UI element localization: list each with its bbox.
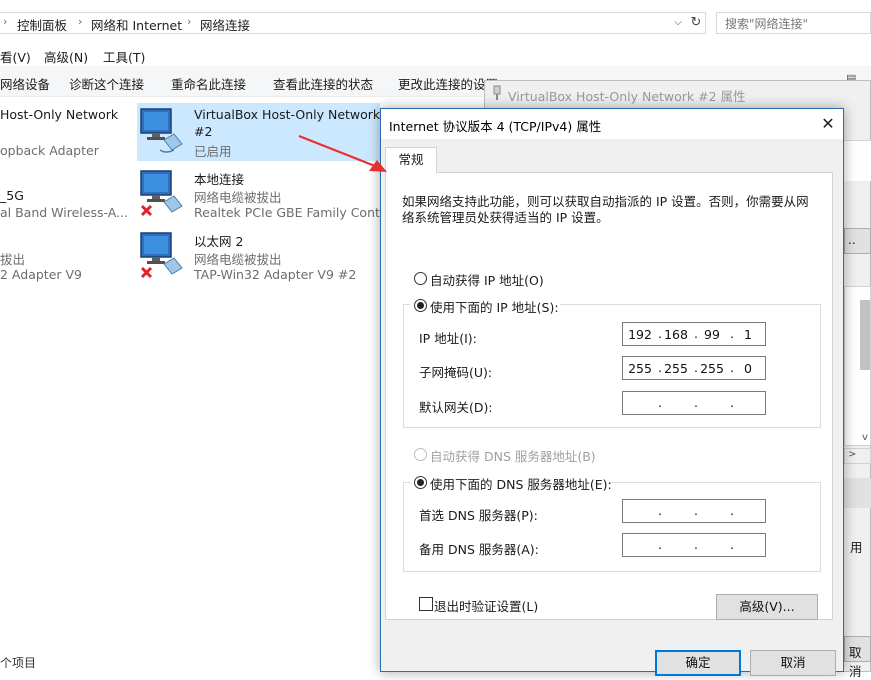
item-status: 网络电缆被拔出 — [194, 252, 282, 267]
scrollbar-thumb[interactable] — [860, 300, 870, 370]
dns-group — [403, 482, 821, 572]
dialog-title: Internet 协议版本 4 (TCP/IPv4) 属性 — [389, 119, 602, 134]
ip-address-label: IP 地址(I): — [419, 331, 477, 346]
validate-checkbox[interactable] — [419, 597, 433, 611]
chevron-right-icon: › — [78, 15, 83, 28]
intro-text: 络系统管理员处获得适当的 IP 设置。 — [402, 210, 609, 225]
radio-dot — [417, 302, 424, 309]
left-item-status: 拔出 — [0, 252, 26, 267]
breadcrumb-item[interactable]: 控制面板 — [17, 15, 67, 34]
ip-octet[interactable]: 99 — [698, 327, 726, 342]
ip-octet[interactable]: 0 — [734, 361, 762, 376]
dns-manual-radio[interactable] — [414, 476, 427, 489]
dns-alternate-label: 备用 DNS 服务器(A): — [419, 542, 539, 557]
left-item-sub: al Band Wireless-A... — [0, 205, 128, 220]
left-item-name[interactable]: _5G — [0, 188, 24, 203]
refresh-icon[interactable]: ↻ — [688, 13, 704, 33]
ip-manual-label[interactable]: 使用下面的 IP 地址(S): — [430, 297, 559, 316]
dns-manual-label[interactable]: 使用下面的 DNS 服务器地址(E): — [430, 474, 612, 493]
item-status: 已启用 — [194, 144, 232, 159]
ip-octet[interactable]: 1 — [734, 327, 762, 342]
network-adapter-icon — [140, 108, 183, 153]
bg-cancel-button[interactable]: 取消 — [844, 636, 871, 679]
chevron-down-icon[interactable]: v — [862, 432, 868, 443]
cmd-rename[interactable]: 重命名此连接 — [171, 74, 246, 93]
ip-octet[interactable]: 255 — [698, 361, 726, 376]
network-cable-icon — [493, 85, 501, 100]
advanced-button[interactable]: 高级(V)... — [716, 594, 818, 620]
octet-separator: . — [658, 537, 662, 552]
dns-alternate-field[interactable]: . . . — [622, 533, 766, 557]
search-input[interactable]: 搜索"网络连接" — [716, 12, 871, 34]
chevron-down-icon[interactable]: ⌵ — [670, 13, 686, 33]
ip-octet[interactable]: 192 — [626, 327, 654, 342]
item-name[interactable]: 以太网 2 — [194, 231, 243, 250]
validate-label[interactable]: 退出时验证设置(L) — [434, 596, 538, 615]
ip-octet[interactable]: 255 — [662, 361, 690, 376]
left-item-sub: opback Adapter — [0, 143, 99, 158]
item-name-cont: #2 — [194, 124, 213, 139]
subnet-field[interactable]: 255 . 255 . 255 . 0 — [622, 356, 766, 380]
gateway-label: 默认网关(D): — [419, 400, 493, 415]
left-item-sub: 2 Adapter V9 — [0, 267, 82, 282]
octet-separator: . — [658, 395, 662, 410]
bg-label: 用 — [850, 540, 863, 555]
cmd-view-status[interactable]: 查看此连接的状态 — [273, 74, 373, 93]
adapter-properties-title: VirtualBox Host-Only Network #2 属性 — [508, 89, 746, 104]
network-adapter-icon — [140, 170, 183, 217]
gateway-field[interactable]: . . . — [622, 391, 766, 415]
radio-dot — [417, 479, 424, 486]
octet-separator: . — [658, 503, 662, 518]
left-item-name[interactable]: Host-Only Network — [0, 107, 118, 122]
address-bar: › 控制面板 › 网络和 Internet › 网络连接 ⌵ ↻ 搜索"网络连接… — [0, 0, 871, 45]
dns-auto-label[interactable]: 自动获得 DNS 服务器地址(B) — [430, 446, 596, 465]
octet-separator: . — [694, 395, 698, 410]
breadcrumb-item[interactable]: 网络连接 — [200, 15, 250, 34]
ip-octet[interactable]: 168 — [662, 327, 690, 342]
close-button[interactable]: ✕ — [816, 112, 840, 136]
dns-auto-radio[interactable] — [414, 448, 427, 461]
item-name[interactable]: 本地连接 — [194, 169, 244, 188]
status-bar-count: 个项目 — [0, 656, 37, 670]
menu-bar: 看(V) 高级(N) 工具(T) — [0, 44, 871, 66]
chevron-right-icon: › — [187, 15, 192, 28]
chevron-right-icon: › — [3, 15, 8, 28]
h-scrollbar[interactable]: > — [844, 448, 871, 464]
bg-group — [844, 478, 871, 508]
cmd-diagnose[interactable]: 诊断这个连接 — [69, 74, 144, 93]
bg-panel-edge — [844, 140, 871, 181]
menu-view[interactable]: 看(V) — [0, 47, 31, 66]
dns-preferred-label: 首选 DNS 服务器(P): — [419, 508, 538, 523]
menu-tools[interactable]: 工具(T) — [103, 47, 145, 66]
breadcrumb-item[interactable]: 网络和 Internet — [91, 15, 182, 34]
ip-auto-radio[interactable] — [414, 272, 427, 285]
item-name[interactable]: VirtualBox Host-Only Network — [194, 107, 380, 122]
annotation-arrow-icon — [298, 134, 387, 172]
dns-preferred-field[interactable]: . . . — [622, 499, 766, 523]
cancel-button[interactable]: 取消 — [750, 650, 836, 676]
ip-address-field[interactable]: 192 . 168 . 99 . 1 — [622, 322, 766, 346]
octet-separator: . — [730, 537, 734, 552]
ok-button[interactable]: 确定 — [655, 650, 741, 676]
ip-auto-label[interactable]: 自动获得 IP 地址(O) — [430, 270, 544, 289]
item-status: 网络电缆被拔出 — [194, 190, 282, 205]
octet-separator: . — [730, 503, 734, 518]
cmd-change-settings[interactable]: 更改此连接的设置 — [398, 74, 498, 93]
bg-button[interactable]: .. — [844, 228, 871, 254]
breadcrumb[interactable]: › 控制面板 › 网络和 Internet › 网络连接 — [0, 12, 706, 34]
cmd-disable-device[interactable]: 网络设备 — [0, 74, 50, 93]
subnet-label: 子网掩码(U): — [419, 365, 493, 380]
network-adapter-icon — [140, 232, 183, 279]
octet-separator: . — [730, 395, 734, 410]
ip-octet[interactable]: 255 — [626, 361, 654, 376]
item-adapter: Realtek PCIe GBE Family Contr... — [194, 205, 396, 220]
octet-separator: . — [694, 503, 698, 518]
menu-advanced[interactable]: 高级(N) — [44, 47, 88, 66]
octet-separator: . — [694, 537, 698, 552]
ip-manual-radio[interactable] — [414, 299, 427, 312]
item-adapter: TAP-Win32 Adapter V9 #2 — [194, 267, 357, 282]
